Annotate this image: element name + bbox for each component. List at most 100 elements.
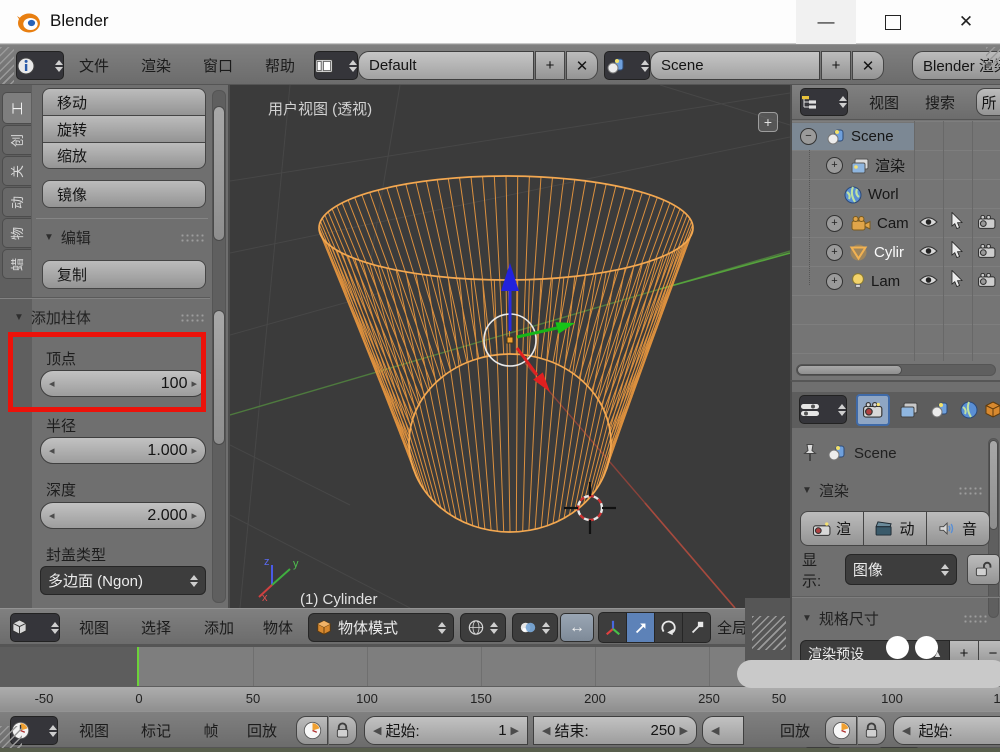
editor-type-selector-properties[interactable]: [799, 395, 847, 424]
increment-arrow-icon[interactable]: ▸: [191, 509, 197, 522]
scrollbar-thumb[interactable]: [213, 106, 225, 241]
tab-scene[interactable]: [924, 396, 954, 424]
decrement-arrow-icon[interactable]: ◀: [542, 724, 550, 737]
screen-layout-selector[interactable]: [314, 51, 358, 80]
tab-render-layers[interactable]: [894, 396, 924, 424]
scene-selector[interactable]: [604, 51, 650, 80]
viewport-3d[interactable]: 用户视图 (透视) + z y x (1) Cylinder: [230, 85, 790, 608]
outliner-row-camera[interactable]: + Cam: [792, 210, 914, 237]
sync-playback-clock-button[interactable]: [296, 716, 328, 745]
menu-help[interactable]: 帮助: [258, 45, 302, 86]
timeline-ruler[interactable]: -50 0 50 100 150 200 250: [0, 686, 745, 711]
lock-frame-button[interactable]: [858, 716, 886, 745]
timeline-menu-view[interactable]: 视图: [72, 712, 116, 749]
outliner-menu-search[interactable]: 搜索: [918, 85, 962, 120]
vertices-slider[interactable]: ◂ 100 ▸: [40, 370, 206, 397]
menu-add[interactable]: 添加: [197, 609, 241, 646]
pivot-point-dropdown[interactable]: [512, 613, 558, 642]
scrollbar-thumb[interactable]: [989, 440, 998, 530]
panel-header-dimensions[interactable]: ▼ 规格尺寸: [802, 608, 987, 629]
outliner-row-scene[interactable]: − Scene: [792, 123, 914, 150]
increment-arrow-icon[interactable]: ▶: [680, 724, 688, 737]
region-grip[interactable]: [986, 47, 1000, 71]
selectable-pointer-icon[interactable]: [951, 241, 963, 258]
close-button[interactable]: ✕: [932, 0, 1000, 44]
panel-drag-grip[interactable]: [180, 313, 204, 322]
scrollbar-thumb[interactable]: [213, 310, 225, 445]
menu-window[interactable]: 窗口: [196, 45, 240, 86]
increment-arrow-icon[interactable]: ▸: [191, 444, 197, 457]
selectable-pointer-icon[interactable]: [951, 212, 963, 229]
render-animation-button[interactable]: 动: [864, 511, 927, 546]
expand-toggle[interactable]: +: [826, 215, 843, 232]
radius-slider[interactable]: ◂ 1.000 ▸: [40, 437, 206, 464]
panel-header-add-cylinder[interactable]: ▼ 添加柱体: [14, 305, 204, 329]
collapse-toggle[interactable]: −: [800, 128, 817, 145]
lock-frame-button[interactable]: [329, 716, 357, 745]
current-frame-field[interactable]: ◀: [702, 716, 744, 745]
render-audio-button[interactable]: 音: [927, 511, 990, 546]
panel-header-edit[interactable]: ▼ 编辑: [44, 225, 204, 249]
region-grip[interactable]: [0, 47, 14, 84]
maximize-button[interactable]: [862, 0, 924, 44]
add-layout-button[interactable]: +: [535, 51, 565, 80]
increment-arrow-icon[interactable]: ▶: [511, 724, 519, 737]
timeline2-menu-playback[interactable]: 回放: [773, 712, 817, 749]
frame-start-field[interactable]: ◀ 起始:: [893, 716, 1000, 745]
decrement-arrow-icon[interactable]: ◀: [373, 724, 381, 737]
breadcrumb-scene[interactable]: Scene: [854, 445, 897, 462]
layout-name-field[interactable]: Default: [358, 51, 534, 80]
menu-object[interactable]: 物体: [256, 609, 300, 646]
tab-tools[interactable]: 工: [2, 92, 31, 124]
decrement-arrow-icon[interactable]: ◀: [902, 724, 910, 737]
renderable-camera-icon[interactable]: [978, 215, 996, 229]
scale-button[interactable]: 缩放: [42, 142, 206, 169]
timeline-menu-marker[interactable]: 标记: [134, 712, 178, 749]
timeline-track[interactable]: [0, 645, 745, 686]
cap-fill-type-dropdown[interactable]: 多边面 (Ngon): [40, 566, 206, 595]
tab-object[interactable]: [984, 396, 1000, 424]
renderable-camera-icon[interactable]: [978, 273, 996, 287]
render-still-button[interactable]: 渲: [800, 511, 864, 546]
renderable-camera-icon[interactable]: [978, 244, 996, 258]
tab-create[interactable]: 创: [2, 125, 31, 155]
panel-header-render[interactable]: ▼ 渲染: [802, 480, 982, 501]
editor-type-selector-info[interactable]: [16, 51, 64, 80]
mirror-button[interactable]: 镜像: [42, 180, 206, 208]
add-scene-button[interactable]: +: [821, 51, 851, 80]
pin-icon[interactable]: [802, 442, 818, 464]
scene-name-field[interactable]: Scene: [650, 51, 820, 80]
rotate-manipulator-button[interactable]: [655, 612, 683, 643]
tab-physics[interactable]: 物: [2, 218, 31, 248]
lock-interface-button[interactable]: [967, 554, 1000, 585]
editor-type-selector-3dview[interactable]: [10, 613, 60, 642]
mode-dropdown[interactable]: 物体模式: [308, 613, 454, 642]
region-corner-grip[interactable]: [752, 616, 786, 650]
tab-grease-pencil[interactable]: 蜡: [2, 249, 31, 279]
editor-type-selector-outliner[interactable]: [800, 88, 848, 116]
panel-drag-grip[interactable]: [963, 614, 987, 623]
scale-manipulator-button[interactable]: [683, 612, 711, 643]
decrement-arrow-icon[interactable]: ◂: [49, 444, 55, 457]
timeline2-ruler[interactable]: 50 100 1: [745, 686, 1000, 711]
menu-file[interactable]: 文件: [72, 45, 116, 86]
outliner-row-render-layers[interactable]: + 渲染: [792, 152, 914, 179]
translate-manipulator-button[interactable]: [627, 612, 655, 643]
tab-world[interactable]: [954, 396, 984, 424]
viewport-shading-dropdown[interactable]: [460, 613, 506, 642]
outliner-row-lamp[interactable]: + Lam: [792, 268, 914, 295]
visibility-eye-icon[interactable]: [919, 216, 938, 228]
rotate-button[interactable]: 旋转: [42, 115, 206, 142]
outliner-row-cylinder[interactable]: + Cylir: [792, 239, 914, 266]
visibility-eye-icon[interactable]: [919, 245, 938, 257]
current-frame-indicator[interactable]: [137, 647, 139, 688]
outliner-row-world[interactable]: Worl: [792, 181, 914, 208]
timeline-menu-playback[interactable]: 回放: [240, 712, 284, 749]
panel-drag-grip[interactable]: [958, 486, 982, 495]
expand-properties-region-button[interactable]: +: [758, 112, 778, 132]
frame-start-field[interactable]: ◀ 起始: 1 ▶: [364, 716, 528, 745]
panel-drag-grip[interactable]: [180, 233, 204, 242]
depth-slider[interactable]: ◂ 2.000 ▸: [40, 502, 206, 529]
sync-playback-clock-button[interactable]: [825, 716, 857, 745]
decrement-arrow-icon[interactable]: ◀: [711, 724, 719, 737]
